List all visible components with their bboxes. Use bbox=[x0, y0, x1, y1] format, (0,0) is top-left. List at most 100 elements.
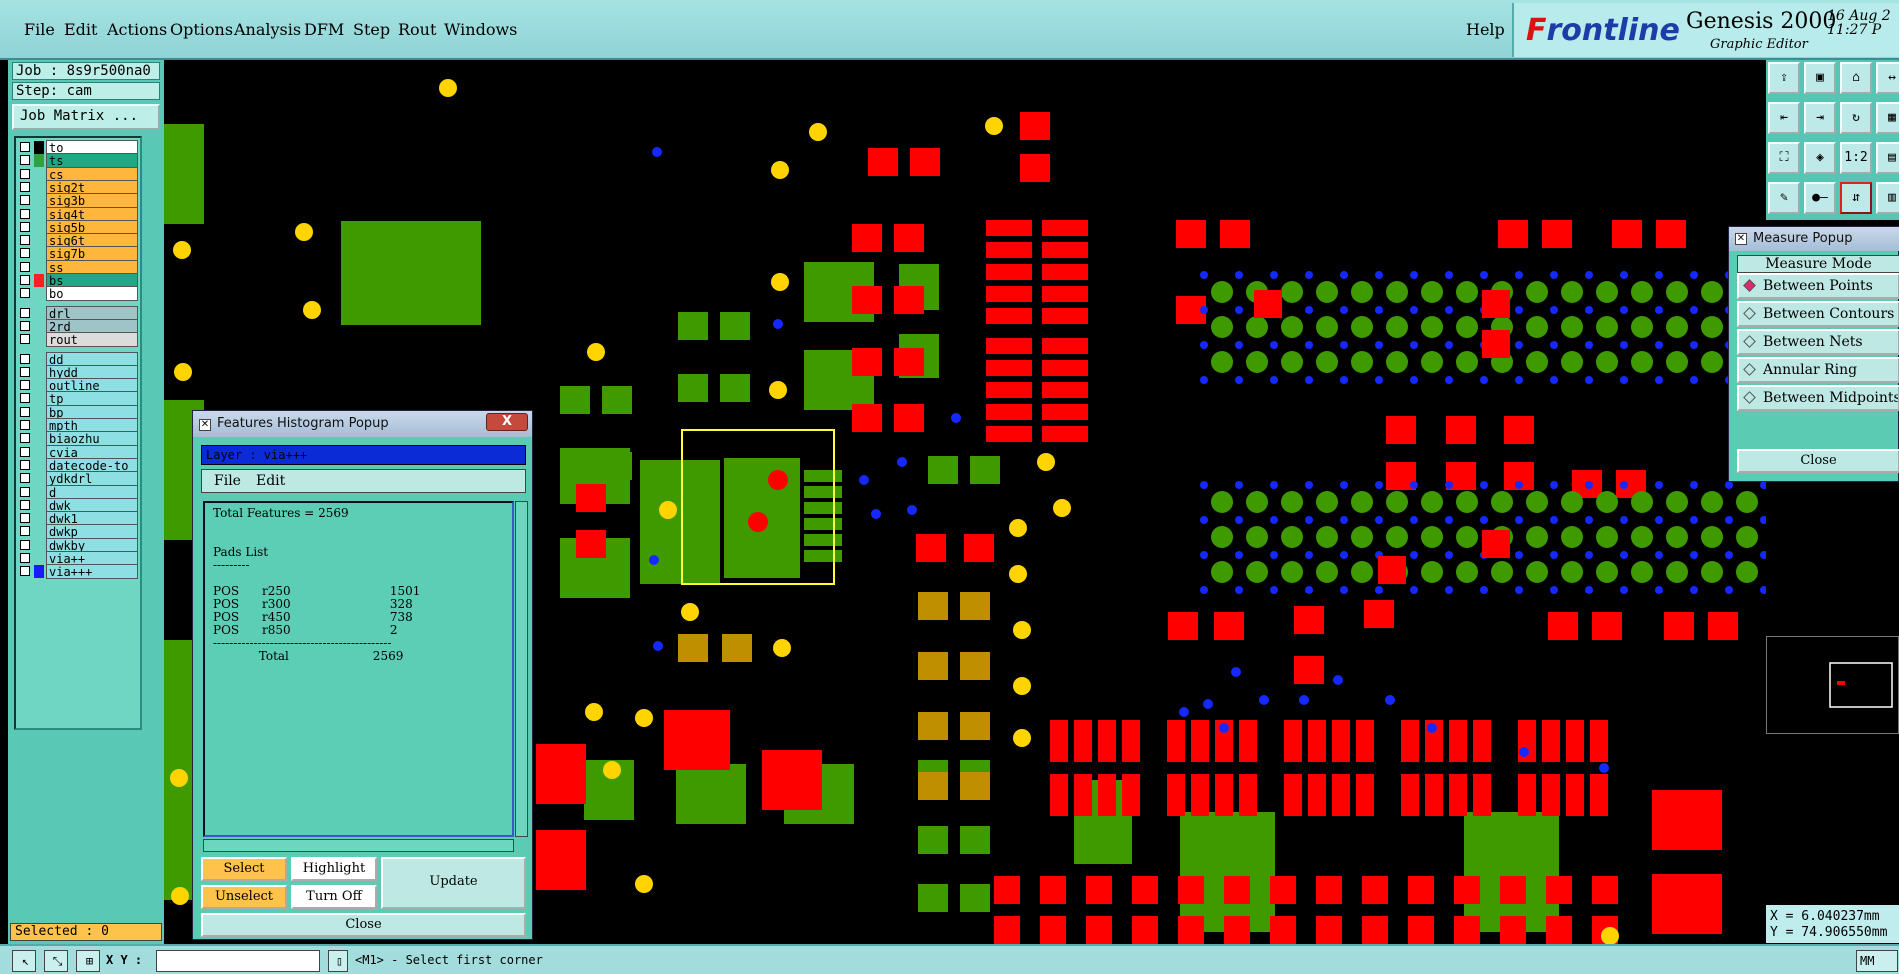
layer-checkbox[interactable] bbox=[20, 142, 30, 152]
layer-checkbox[interactable] bbox=[20, 181, 30, 192]
menu-rout[interactable]: Rout bbox=[398, 20, 436, 39]
pointer-tool-icon[interactable]: ↖ bbox=[12, 950, 36, 972]
layer-checkbox[interactable] bbox=[20, 433, 30, 444]
menu-actions[interactable]: Actions bbox=[107, 20, 167, 39]
layer-color-swatch bbox=[34, 459, 44, 472]
layer-name[interactable]: via+++ bbox=[46, 564, 138, 580]
zoom-fit-icon[interactable]: ⛶ bbox=[1768, 142, 1800, 174]
net-icon[interactable]: ●— bbox=[1804, 182, 1836, 214]
option-between-midpoints[interactable]: Between Midpoints bbox=[1737, 385, 1899, 411]
layer-checkbox[interactable] bbox=[20, 366, 30, 377]
pan-icon[interactable]: ↔ bbox=[1876, 62, 1899, 94]
close-button[interactable]: Close bbox=[201, 913, 526, 937]
zoom-center-icon[interactable]: ◈ bbox=[1804, 142, 1836, 174]
toggle-icon[interactable]: ▯ bbox=[328, 950, 348, 972]
pcb-pad bbox=[1566, 720, 1584, 762]
layer-checkbox[interactable] bbox=[20, 539, 30, 550]
select-button[interactable]: Select bbox=[201, 857, 287, 881]
layer-checkbox[interactable] bbox=[20, 320, 30, 331]
menu-step[interactable]: Step bbox=[353, 20, 390, 39]
pcb-pad bbox=[1284, 774, 1302, 816]
layer-checkbox[interactable] bbox=[20, 155, 30, 166]
window-in-icon[interactable]: ⇤ bbox=[1768, 102, 1800, 134]
zoom-home-icon[interactable]: ⇪ bbox=[1768, 62, 1800, 94]
layer-checkbox[interactable] bbox=[20, 168, 30, 179]
layer-row[interactable]: bo bbox=[16, 286, 140, 302]
option-between-nets[interactable]: Between Nets bbox=[1737, 329, 1899, 355]
layer-checkbox[interactable] bbox=[20, 459, 30, 470]
grid-icon[interactable]: ▦ bbox=[1876, 102, 1899, 134]
close-window-button[interactable]: X bbox=[486, 413, 528, 431]
layer-checkbox[interactable] bbox=[20, 566, 30, 577]
layer-row[interactable]: rout bbox=[16, 332, 140, 348]
layer-checkbox[interactable] bbox=[20, 307, 30, 318]
save-view-icon[interactable]: ▣ bbox=[1804, 62, 1836, 94]
home-icon[interactable]: ⌂ bbox=[1840, 62, 1872, 94]
vertical-scrollbar[interactable] bbox=[515, 501, 528, 837]
layer-checkbox[interactable] bbox=[20, 353, 30, 364]
layer-checkbox[interactable] bbox=[20, 288, 30, 299]
menu-edit[interactable]: Edit bbox=[64, 20, 97, 39]
popup-menu-file[interactable]: File bbox=[214, 470, 241, 492]
layer-checkbox[interactable] bbox=[20, 446, 30, 457]
layer-checkbox[interactable] bbox=[20, 473, 30, 484]
window-out-icon[interactable]: ⇥ bbox=[1804, 102, 1836, 134]
unselect-button[interactable]: Unselect bbox=[201, 885, 287, 909]
layer-checkbox[interactable] bbox=[20, 420, 30, 430]
layer-checkbox[interactable] bbox=[20, 526, 30, 537]
layer-name[interactable]: bo bbox=[46, 286, 138, 302]
popup-menu-edit[interactable]: Edit bbox=[256, 470, 285, 492]
layer-checkbox[interactable] bbox=[20, 513, 30, 524]
measure-ruler-icon[interactable]: ✎ bbox=[1768, 182, 1800, 214]
layer-row[interactable]: via+++ bbox=[16, 564, 140, 580]
highlight-button[interactable]: Highlight bbox=[291, 857, 377, 881]
layer-checkbox[interactable] bbox=[20, 275, 30, 285]
layer-checkbox[interactable] bbox=[20, 406, 30, 417]
units-button[interactable]: MM bbox=[1856, 950, 1898, 972]
update-button[interactable]: Update bbox=[381, 857, 526, 909]
pcb-pad bbox=[1074, 774, 1092, 816]
pcb-pad bbox=[918, 592, 948, 620]
measure-popup: ✕ Measure Popup Measure Mode Between Poin… bbox=[1728, 226, 1899, 482]
overview-map[interactable] bbox=[1766, 636, 1899, 734]
pcb-pad bbox=[918, 826, 948, 854]
layer-checkbox[interactable] bbox=[20, 486, 30, 497]
option-annular-ring[interactable]: Annular Ring bbox=[1737, 357, 1899, 383]
pcb-pad bbox=[1408, 876, 1434, 904]
turn-off-button[interactable]: Turn Off bbox=[291, 885, 377, 909]
xy-input[interactable] bbox=[156, 950, 320, 972]
pcb-pad bbox=[1596, 351, 1618, 373]
scale-one-to-two-icon[interactable]: 1:2 bbox=[1840, 142, 1872, 174]
layer-checkbox[interactable] bbox=[20, 208, 30, 219]
layer-checkbox[interactable] bbox=[20, 261, 30, 272]
layer-checkbox[interactable] bbox=[20, 553, 30, 563]
menu-file[interactable]: File bbox=[24, 20, 55, 39]
pcb-pad bbox=[1214, 612, 1244, 640]
option-between-contours[interactable]: Between Contours bbox=[1737, 301, 1899, 327]
layer-checkbox[interactable] bbox=[20, 235, 30, 246]
redo-icon[interactable]: ↻ bbox=[1840, 102, 1872, 134]
grid-tool-icon[interactable]: ⊞ bbox=[76, 950, 100, 972]
layer-checkbox[interactable] bbox=[20, 380, 30, 391]
pcb-via bbox=[1200, 586, 1208, 594]
menu-help[interactable]: Help bbox=[1466, 20, 1505, 39]
menu-dfm[interactable]: DFM bbox=[304, 20, 344, 39]
snap-icon[interactable]: ▤ bbox=[1876, 142, 1899, 174]
layer-checkbox[interactable] bbox=[20, 393, 30, 404]
menu-windows[interactable]: Windows bbox=[444, 20, 517, 39]
menu-analysis[interactable]: Analysis bbox=[234, 20, 301, 39]
job-matrix-button[interactable]: Job Matrix ... bbox=[12, 104, 160, 130]
layer-checkbox[interactable] bbox=[20, 221, 30, 232]
option-between-points[interactable]: Between Points bbox=[1737, 273, 1899, 299]
layer-checkbox[interactable] bbox=[20, 195, 30, 206]
zoom-tool-icon[interactable]: ⤡ bbox=[44, 950, 68, 972]
highlight-icon[interactable]: ▥ bbox=[1876, 182, 1899, 214]
measure-icon[interactable]: ⇵ bbox=[1840, 182, 1872, 214]
layer-checkbox[interactable] bbox=[20, 248, 30, 259]
layer-checkbox[interactable] bbox=[20, 334, 30, 345]
layer-name[interactable]: rout bbox=[46, 332, 138, 348]
horizontal-scrollbar[interactable] bbox=[203, 839, 514, 852]
measure-close-button[interactable]: Close bbox=[1737, 449, 1899, 473]
layer-checkbox[interactable] bbox=[20, 499, 30, 510]
menu-options[interactable]: Options bbox=[170, 20, 233, 39]
